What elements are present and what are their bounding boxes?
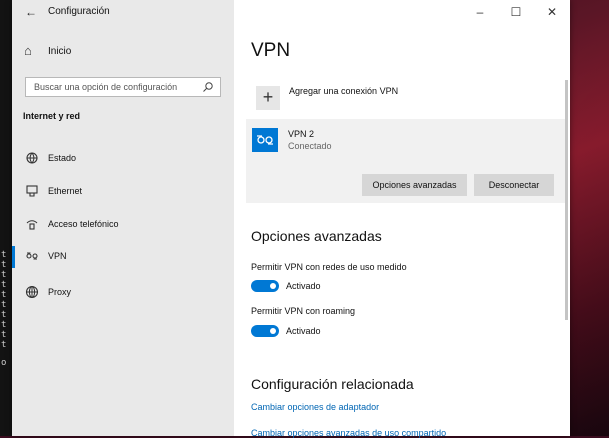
sidebar-item-proxy[interactable]: Proxy <box>12 282 234 304</box>
search-placeholder: Buscar una opción de configuración <box>34 82 178 92</box>
toggle-knob <box>270 283 276 289</box>
terminal-char: t <box>1 340 7 350</box>
terminal-char: t <box>1 280 7 290</box>
roaming-toggle[interactable] <box>251 325 279 337</box>
arrow-left-icon: ← <box>25 5 37 19</box>
terminal-char: t <box>1 250 7 260</box>
vpn-status: Conectado <box>288 141 332 151</box>
terminal-char: t <box>1 260 7 270</box>
sidebar-item-home[interactable]: ⌂ Inicio <box>12 42 234 64</box>
sidebar-item-acceso-telefonico[interactable]: Acceso telefónico <box>12 214 234 236</box>
dialup-icon <box>26 220 38 230</box>
terminal-text: t t t t t t t t t t o <box>1 250 11 368</box>
search-input[interactable]: Buscar una opción de configuración <box>25 77 221 97</box>
sidebar-item-ethernet[interactable]: Ethernet <box>12 181 234 203</box>
sidebar-item-label: Inicio <box>48 46 72 57</box>
window-title: Configuración <box>48 6 110 17</box>
sharing-options-link[interactable]: Cambiar opciones avanzadas de uso compar… <box>251 428 446 438</box>
terminal-char: t <box>1 300 7 310</box>
metered-toggle[interactable] <box>251 280 279 292</box>
plus-icon: + <box>256 86 280 110</box>
disconnect-button[interactable]: Desconectar <box>474 174 554 196</box>
main-content: VPN + Agregar una conexión VPN VPN 2 Con… <box>234 0 570 438</box>
sidebar-item-label: Estado <box>48 153 77 163</box>
terminal-char: t <box>1 270 7 280</box>
globe-status-icon <box>26 152 38 164</box>
terminal-edge: t t t t t t t t t t o <box>0 0 12 436</box>
terminal-char: t <box>1 330 7 340</box>
search-icon <box>203 82 213 92</box>
terminal-char: t <box>1 320 7 330</box>
terminal-char: t <box>1 310 7 320</box>
section-heading: Internet y red <box>23 111 81 121</box>
metered-toggle-state: Activado <box>286 281 321 291</box>
sidebar-item-label: Acceso telefónico <box>48 219 119 229</box>
terminal-char: o <box>1 358 7 368</box>
sidebar-item-estado[interactable]: Estado <box>12 148 234 170</box>
adapter-options-link[interactable]: Cambiar opciones de adaptador <box>251 402 379 412</box>
roaming-toggle-state: Activado <box>286 326 321 336</box>
advanced-options-button[interactable]: Opciones avanzadas <box>362 174 467 196</box>
ethernet-icon <box>26 185 38 197</box>
metered-setting-label: Permitir VPN con redes de uso medido <box>251 262 407 272</box>
page-title: VPN <box>251 40 291 61</box>
vpn-name: VPN 2 <box>288 129 315 139</box>
scrollbar[interactable] <box>565 80 568 320</box>
sidebar: ← Configuración ⌂ Inicio Buscar una opci… <box>12 0 234 436</box>
active-indicator <box>12 246 15 268</box>
sidebar-item-label: Ethernet <box>48 186 83 196</box>
sidebar-item-label: Proxy <box>48 287 72 297</box>
toggle-knob <box>270 328 276 334</box>
roaming-setting-label: Permitir VPN con roaming <box>251 306 356 316</box>
settings-window: ← Configuración ⌂ Inicio Buscar una opci… <box>12 0 570 438</box>
add-vpn-button[interactable]: + Agregar una conexión VPN <box>251 80 561 110</box>
home-icon: ⌂ <box>24 43 32 58</box>
vpn-connection-card[interactable]: VPN 2 Conectado Opciones avanzadas Desco… <box>246 119 565 203</box>
terminal-char: t <box>1 290 7 300</box>
sidebar-item-vpn[interactable]: VPN <box>12 246 234 268</box>
back-button[interactable]: ← <box>24 4 38 20</box>
vpn-icon <box>26 252 38 260</box>
add-vpn-label: Agregar una conexión VPN <box>289 86 399 96</box>
globe-icon <box>25 285 39 299</box>
vpn-icon <box>252 128 278 152</box>
related-settings-heading: Configuración relacionada <box>251 376 414 392</box>
advanced-options-heading: Opciones avanzadas <box>251 228 382 244</box>
sidebar-item-label: VPN <box>48 251 67 261</box>
